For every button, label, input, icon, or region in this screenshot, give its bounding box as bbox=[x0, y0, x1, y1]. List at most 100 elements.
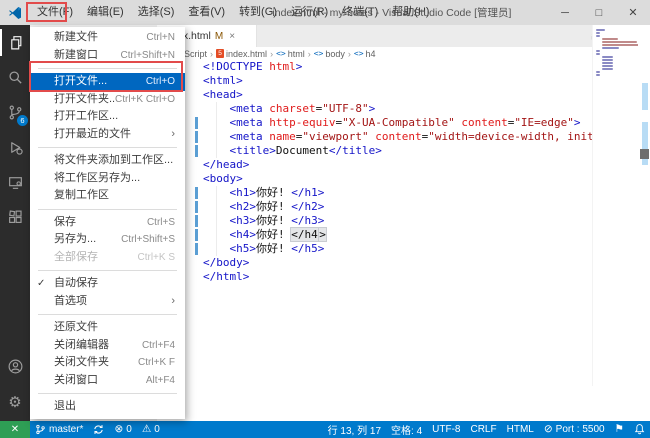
menu-item-label: 首选项 bbox=[54, 293, 171, 311]
statusbar-bell[interactable] bbox=[629, 421, 650, 438]
breadcrumb-label: index.html bbox=[226, 49, 267, 59]
breadcrumb-item-body[interactable]: <>body bbox=[314, 49, 345, 59]
menubar-item-4[interactable]: 查看(V) bbox=[181, 0, 232, 25]
indent-guide bbox=[216, 130, 217, 144]
statusbar-master*[interactable]: master* bbox=[30, 421, 88, 438]
statusbar-sync[interactable] bbox=[88, 421, 109, 438]
menu-item-将文件夹添加到工作区[interactable]: 将文件夹添加到工作区... bbox=[30, 152, 185, 170]
code-text: </body> bbox=[187, 256, 249, 270]
breadcrumb-separator: › bbox=[270, 49, 273, 59]
indent-guide bbox=[216, 242, 217, 256]
settings-icon[interactable]: ⚙ bbox=[0, 384, 30, 419]
menu-item-打开文件[interactable]: 打开文件...Ctrl+O bbox=[30, 73, 185, 91]
menu-item-还原文件[interactable]: 还原文件 bbox=[30, 319, 185, 337]
menu-item-新建文件[interactable]: 新建文件Ctrl+N bbox=[30, 29, 185, 47]
warning-icon: ⚠ bbox=[142, 421, 151, 438]
html5-file-icon: 5 bbox=[216, 49, 224, 58]
submenu-chevron-icon: › bbox=[171, 126, 175, 144]
bell-icon bbox=[634, 424, 645, 435]
menu-separator bbox=[38, 270, 177, 271]
breadcrumb-item-index.html[interactable]: 5index.html bbox=[216, 49, 267, 59]
remote-explorer-icon[interactable] bbox=[0, 165, 30, 200]
git-modified-badge: M bbox=[215, 31, 223, 42]
error-icon: ⊗ bbox=[114, 421, 123, 438]
statusbar-text: UTF-8 bbox=[432, 424, 460, 435]
checkmark-icon: ✓ bbox=[37, 275, 45, 293]
minimap-line bbox=[596, 29, 605, 31]
menubar-item-2[interactable]: 编辑(E) bbox=[80, 0, 131, 25]
activity-bar: 6 ⚙ bbox=[0, 25, 30, 421]
menu-item-首选项[interactable]: 首选项› bbox=[30, 293, 185, 311]
minimap-line bbox=[602, 47, 619, 49]
breadcrumb[interactable]: JavaScript›5index.html›<>html›<>body›<>h… bbox=[157, 47, 650, 60]
menu-separator bbox=[38, 209, 177, 210]
statusbar-crlf[interactable]: CRLF bbox=[465, 421, 501, 438]
menu-item-shortcut: Ctrl+S bbox=[147, 214, 175, 232]
menu-item-退出[interactable]: 退出 bbox=[30, 398, 185, 416]
menu-item-另存为[interactable]: 另存为...Ctrl+Shift+S bbox=[30, 231, 185, 249]
statusbar-html[interactable]: HTML bbox=[502, 421, 539, 438]
menu-item-label: 将工作区另存为... bbox=[54, 170, 175, 188]
statusbar-port-5500[interactable]: ⊘Port : 5500 bbox=[539, 421, 610, 438]
extensions-icon[interactable] bbox=[0, 200, 30, 235]
breadcrumb-separator: › bbox=[210, 49, 213, 59]
search-icon[interactable] bbox=[0, 60, 30, 95]
menu-item-关闭窗口[interactable]: 关闭窗口Alt+F4 bbox=[30, 372, 185, 390]
minimap-line bbox=[596, 50, 600, 52]
statusbar-0[interactable]: ⊗0 bbox=[109, 421, 136, 438]
overview-ruler[interactable] bbox=[638, 25, 650, 386]
close-button[interactable]: ✕ bbox=[616, 0, 650, 25]
code-text: <!DOCTYPE html> bbox=[187, 60, 302, 74]
indent-guide bbox=[216, 186, 217, 200]
feedback-icon: ⚑ bbox=[615, 421, 624, 438]
overview-mark-modified bbox=[642, 83, 648, 110]
menu-item-label: 打开文件夹... bbox=[54, 91, 115, 109]
menu-item-打开工作区[interactable]: 打开工作区... bbox=[30, 108, 185, 126]
statusbar-空格-4[interactable]: 空格: 4 bbox=[386, 421, 427, 438]
menu-item-label: 打开最近的文件 bbox=[54, 126, 171, 144]
menu-separator bbox=[38, 393, 177, 394]
menu-item-label: 打开工作区... bbox=[54, 108, 175, 126]
statusbar-行-13-列-17[interactable]: 行 13, 列 17 bbox=[323, 421, 386, 438]
run-debug-icon[interactable] bbox=[0, 130, 30, 165]
breadcrumb-label: h4 bbox=[366, 49, 376, 59]
statusbar-utf-8[interactable]: UTF-8 bbox=[427, 421, 465, 438]
statusbar-feedback[interactable]: ⚑ bbox=[610, 421, 629, 438]
minimap-line bbox=[602, 62, 613, 64]
statusbar-text: 行 13, 列 17 bbox=[328, 422, 381, 437]
menubar-item-3[interactable]: 选择(S) bbox=[131, 0, 182, 25]
maximize-button[interactable]: □ bbox=[582, 0, 616, 25]
minimize-button[interactable]: ─ bbox=[548, 0, 582, 25]
code-line-10: 10 <h1>你好! </h1> bbox=[157, 186, 650, 200]
statusbar-text: HTML bbox=[507, 424, 534, 435]
menu-item-复制工作区[interactable]: 复制工作区 bbox=[30, 187, 185, 205]
tab-close-icon[interactable]: × bbox=[229, 31, 235, 42]
menubar-item-1[interactable]: 文件(F) bbox=[30, 0, 80, 25]
minimap-line bbox=[596, 32, 600, 34]
statusbar-0[interactable]: ⚠0 bbox=[137, 421, 165, 438]
code-editor[interactable]: 1<!DOCTYPE html>2<html>3<head>4 <meta ch… bbox=[157, 60, 650, 421]
git-modified-gutter bbox=[195, 187, 198, 199]
menu-item-自动保存[interactable]: ✓自动保存 bbox=[30, 275, 185, 293]
gear-glyph: ⚙ bbox=[8, 393, 21, 411]
menu-item-将工作区另存为[interactable]: 将工作区另存为... bbox=[30, 170, 185, 188]
submenu-chevron-icon: › bbox=[171, 293, 175, 311]
menu-item-打开文件夹[interactable]: 打开文件夹...Ctrl+K Ctrl+O bbox=[30, 91, 185, 109]
code-line-9: 9<body> bbox=[157, 172, 650, 186]
menu-item-新建窗口[interactable]: 新建窗口Ctrl+Shift+N bbox=[30, 47, 185, 65]
indent-guide bbox=[216, 214, 217, 228]
menu-item-保存[interactable]: 保存Ctrl+S bbox=[30, 214, 185, 232]
source-control-icon[interactable]: 6 bbox=[0, 95, 30, 130]
menu-item-关闭文件夹[interactable]: 关闭文件夹Ctrl+K F bbox=[30, 354, 185, 372]
account-icon[interactable] bbox=[0, 349, 30, 384]
menu-item-打开最近的文件[interactable]: 打开最近的文件› bbox=[30, 126, 185, 144]
menu-item-关闭编辑器[interactable]: 关闭编辑器Ctrl+F4 bbox=[30, 337, 185, 355]
remote-indicator[interactable]: ✕ bbox=[0, 421, 30, 438]
breadcrumb-item-html[interactable]: <>html bbox=[276, 49, 305, 59]
statusbar-text: 0 bbox=[126, 424, 132, 435]
explorer-icon[interactable] bbox=[0, 25, 30, 60]
breadcrumb-item-h4[interactable]: <>h4 bbox=[354, 49, 376, 59]
minimap[interactable] bbox=[593, 25, 638, 386]
status-bar: ✕ master*⊗0⚠0 行 13, 列 17空格: 4UTF-8CRLFHT… bbox=[0, 421, 650, 438]
window-controls: ─□✕ bbox=[548, 0, 650, 25]
